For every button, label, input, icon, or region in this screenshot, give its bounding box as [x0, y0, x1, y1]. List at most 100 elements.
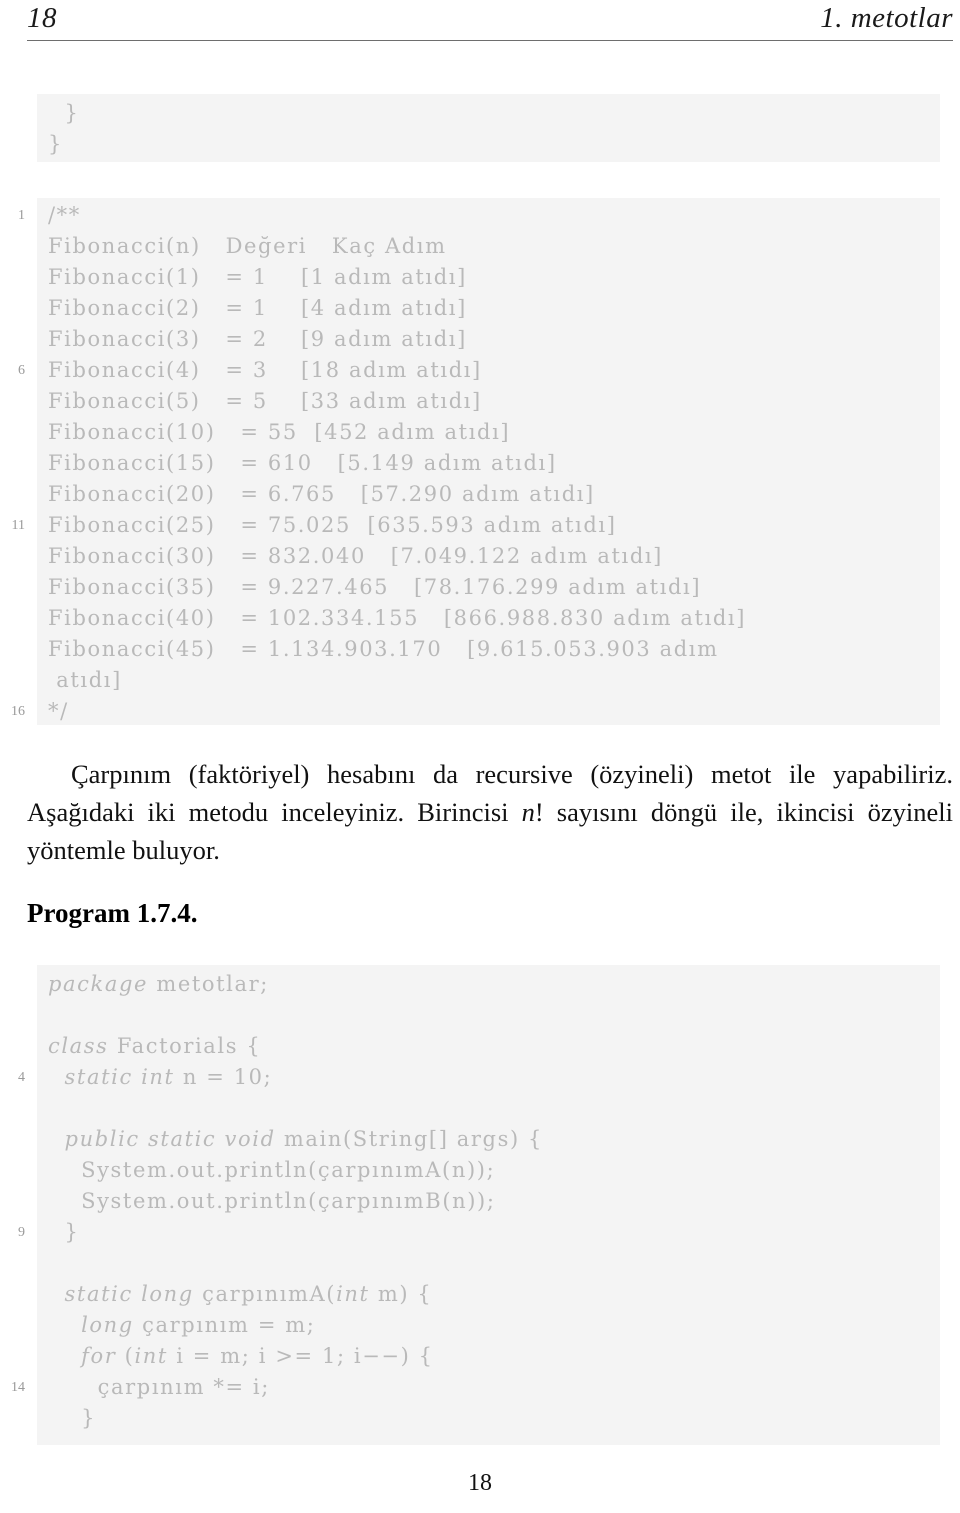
code-line: for (int i = m; i >= 1; i−−) {: [0, 1341, 960, 1372]
code-line: Fibonacci(30) = 832.040 [7.049.122 adım …: [0, 541, 960, 572]
code-text: System.out.println(çarpınımA(n));: [48, 1158, 496, 1182]
code-line-text: */: [48, 699, 69, 723]
code-line: }: [0, 98, 960, 129]
body-paragraph: Çarpınım (faktöriyel) hesabını da recurs…: [27, 755, 953, 869]
code-listing-fibonacci: 1 /** Fibonacci(n) Değeri Kaç Adım Fibonacc…: [0, 198, 960, 725]
code-line-text: public static void main(String[] args) {: [48, 1124, 543, 1155]
header-page-number: 18: [27, 2, 57, 34]
code-text: m) {: [369, 1282, 433, 1306]
code-text: (: [116, 1344, 135, 1368]
page-header: 18 1. metotlar: [27, 0, 953, 46]
code-line: Fibonacci(5) = 5 [33 adım atıdı]: [0, 386, 960, 417]
code-line: long çarpınım = m;: [0, 1310, 960, 1341]
page-footer: 18: [0, 1468, 960, 1498]
code-keyword: package: [48, 972, 149, 996]
code-line-text: }: [48, 1217, 80, 1248]
code-line-text: Fibonacci(5) = 5 [33 adım atıdı]: [48, 389, 482, 413]
code-keyword: public static void: [48, 1127, 276, 1151]
header-rule: [27, 40, 953, 41]
code-line: static long çarpınımA(int m) {: [0, 1279, 960, 1310]
code-line-text: Fibonacci(15) = 610 [5.149 adım atıdı]: [48, 451, 557, 475]
code-text: i = m; i >= 1; i−−) {: [167, 1344, 434, 1368]
code-keyword: static long: [48, 1282, 194, 1306]
code-line-text: Fibonacci(25) = 75.025 [635.593 adım atı…: [48, 513, 617, 537]
code-text: n = 10;: [174, 1065, 273, 1089]
paragraph-math-symbol: n: [521, 797, 535, 827]
code-line: Fibonacci(2) = 1 [4 adım atıdı]: [0, 293, 960, 324]
code-line-text: static int n = 10;: [48, 1062, 272, 1093]
code-line-text: Fibonacci(35) = 9.227.465 [78.176.299 ad…: [48, 575, 702, 599]
code-keyword: int: [336, 1282, 370, 1306]
code-line: }: [0, 1403, 960, 1434]
code-text: }: [48, 1406, 97, 1430]
code-line-text: }: [48, 101, 80, 125]
code-line-text: Fibonacci(10) = 55 [452 adım atıdı]: [48, 420, 511, 444]
code-line-text: Fibonacci(45) = 1.134.903.170 [9.615.053…: [48, 637, 719, 661]
code-line-text: }: [48, 132, 63, 156]
code-line-text: Fibonacci(3) = 2 [9 adım atıdı]: [48, 327, 467, 351]
code-line: public static void main(String[] args) {: [0, 1124, 960, 1155]
code-listing-closing-braces: }}: [0, 94, 960, 162]
code-line: Fibonacci(1) = 1 [1 adım atıdı]: [0, 262, 960, 293]
code-line-number: 16: [11, 704, 25, 719]
code-line-text: Fibonacci(30) = 832.040 [7.049.122 adım …: [48, 544, 663, 568]
code-line: System.out.println(çarpınımB(n));: [0, 1186, 960, 1217]
code-line: 1 /**: [0, 200, 960, 231]
code-line: 4 static int n = 10;: [0, 1062, 960, 1093]
header-chapter-title: 1. metotlar: [820, 2, 953, 34]
code-keyword: for: [48, 1344, 117, 1368]
code-line: Fibonacci(35) = 9.227.465 [78.176.299 ad…: [0, 572, 960, 603]
code-line: 16 */: [0, 696, 960, 727]
code-line-text: atıdı]: [48, 668, 122, 692]
code-line-number: 14: [11, 1380, 25, 1395]
code-line: Fibonacci(15) = 610 [5.149 adım atıdı]: [0, 448, 960, 479]
code-line-text: çarpınım *= i;: [48, 1372, 270, 1403]
code-line: class Factorials {: [0, 1031, 960, 1062]
code-line-text: System.out.println(çarpınımB(n));: [48, 1186, 496, 1217]
code-line-text: /**: [48, 203, 81, 227]
code-line: }: [0, 129, 960, 160]
code-line-text: Fibonacci(20) = 6.765 [57.290 adım atıdı…: [48, 482, 595, 506]
code-line: 9 }: [0, 1217, 960, 1248]
code-line-number: 11: [11, 518, 25, 533]
code-listing-factorials: package metotlar; class Factorials {4 sta…: [0, 965, 960, 1445]
code-line-text: Fibonacci(2) = 1 [4 adım atıdı]: [48, 296, 467, 320]
code-line-text: long çarpınım = m;: [48, 1310, 316, 1341]
code-line-text: Fibonacci(4) = 3 [18 adım atıdı]: [48, 358, 482, 382]
code-line-text: class Factorials {: [48, 1031, 261, 1062]
code-text: Factorials {: [108, 1034, 262, 1058]
code-line-text: package metotlar;: [48, 969, 269, 1000]
code-line: package metotlar;: [0, 969, 960, 1000]
code-keyword: int: [134, 1344, 168, 1368]
code-line-number: 4: [18, 1070, 25, 1085]
code-line: 6 Fibonacci(4) = 3 [18 adım atıdı]: [0, 355, 960, 386]
code-text: metotlar;: [148, 972, 269, 996]
code-line: 14 çarpınım *= i;: [0, 1372, 960, 1403]
code-line-text: Fibonacci(1) = 1 [1 adım atıdı]: [48, 265, 467, 289]
code-keyword: long: [48, 1313, 134, 1337]
code-line-number: 9: [18, 1225, 25, 1240]
code-text: çarpınım *= i;: [48, 1375, 270, 1399]
code-line: Fibonacci(3) = 2 [9 adım atıdı]: [0, 324, 960, 355]
code-line: Fibonacci(10) = 55 [452 adım atıdı]: [0, 417, 960, 448]
code-line: Fibonacci(45) = 1.134.903.170 [9.615.053…: [0, 634, 960, 665]
code-line: Fibonacci(40) = 102.334.155 [866.988.830…: [0, 603, 960, 634]
code-line: 11 Fibonacci(25) = 75.025 [635.593 adım a…: [0, 510, 960, 541]
code-text: main(String[] args) {: [275, 1127, 543, 1151]
code-keyword: static int: [48, 1065, 175, 1089]
code-text: çarpınımA(: [193, 1282, 337, 1306]
code-line: atıdı]: [0, 665, 960, 696]
code-line-text: for (int i = m; i >= 1; i−−) {: [48, 1341, 434, 1372]
code-line-text: static long çarpınımA(int m) {: [48, 1279, 432, 1310]
code-line: Fibonacci(20) = 6.765 [57.290 adım atıdı…: [0, 479, 960, 510]
code-text: }: [48, 1220, 80, 1244]
code-line-text: Fibonacci(n) Değeri Kaç Adım: [48, 234, 447, 258]
code-line-text: System.out.println(çarpınımA(n));: [48, 1155, 495, 1186]
footer-page-number: 18: [468, 1470, 492, 1496]
program-heading: Program 1.7.4.: [27, 898, 198, 928]
code-line: System.out.println(çarpınımA(n));: [0, 1155, 960, 1186]
code-line-number: 6: [18, 363, 25, 378]
